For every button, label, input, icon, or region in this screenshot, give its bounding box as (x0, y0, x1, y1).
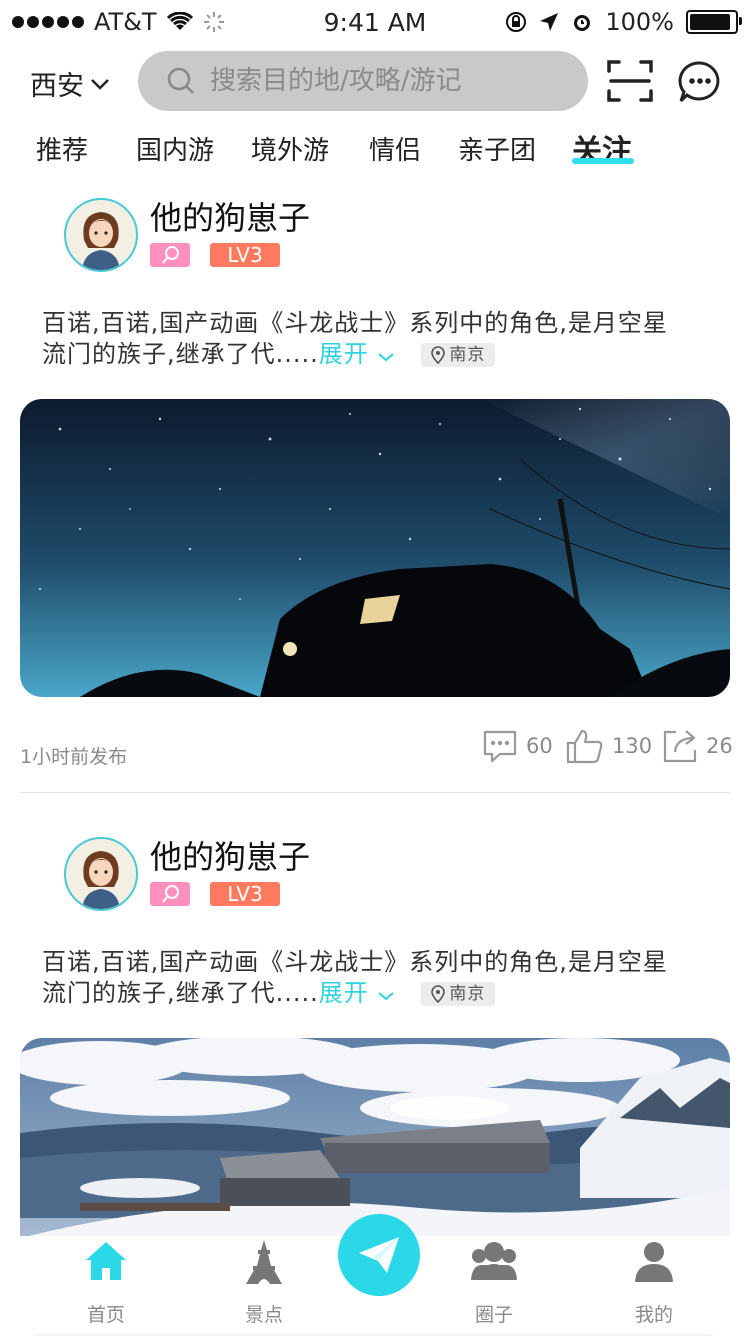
location-pin-icon (431, 346, 446, 364)
description-line-2: 流门的族子,继承了代.....展开 南京 (42, 339, 732, 370)
description-line-2: 流门的族子,继承了代.....展开 南京 (42, 978, 732, 1009)
chevron-down-icon (91, 78, 109, 90)
status-bar: AT&T 9:41 AM 100% (0, 0, 750, 44)
like-button[interactable]: 130 (566, 728, 652, 764)
female-badge-icon (150, 243, 190, 267)
paper-plane-icon (359, 1237, 399, 1273)
expand-link[interactable]: 展开 (319, 979, 396, 1007)
comment-icon (483, 730, 517, 763)
city-label: 西安 (30, 71, 84, 102)
group-icon (471, 1242, 517, 1280)
tab-overseas[interactable]: 境外游 (251, 130, 329, 167)
publish-button[interactable] (338, 1214, 420, 1296)
message-icon[interactable] (678, 60, 722, 104)
home-icon (86, 1242, 126, 1280)
search-icon (167, 67, 194, 94)
username[interactable]: 他的狗崽子 (150, 832, 310, 878)
share-icon (663, 730, 697, 763)
location-tag[interactable]: 南京 (421, 982, 496, 1006)
share-count: 26 (706, 734, 733, 758)
tab-couples[interactable]: 情侣 (369, 130, 421, 167)
chevron-down-icon (378, 992, 395, 1001)
alarm-icon (574, 15, 591, 31)
city-selector[interactable]: 西安 (30, 64, 110, 103)
description-text: 流门的族子,继承了代..... (42, 340, 319, 368)
level-badge: LV3 (210, 243, 280, 267)
share-button[interactable]: 26 (662, 728, 733, 764)
avatar[interactable] (64, 198, 138, 272)
post-time: 1小时前发布 (20, 746, 128, 768)
thumbs-up-icon (566, 729, 603, 764)
tab-family[interactable]: 亲子团 (458, 130, 536, 167)
post-photo[interactable] (20, 399, 730, 697)
description-text: 流门的族子,继承了代..... (42, 979, 319, 1007)
comment-count: 60 (526, 734, 553, 758)
search-bar[interactable] (138, 51, 588, 111)
tab-domestic[interactable]: 国内游 (136, 130, 214, 167)
location-pin-icon (431, 985, 446, 1003)
username[interactable]: 他的狗崽子 (150, 193, 310, 239)
like-count: 130 (612, 734, 653, 758)
tower-icon (246, 1240, 282, 1284)
nav-label: 我的 (634, 1304, 673, 1326)
chevron-down-icon (378, 353, 395, 362)
search-input[interactable] (208, 65, 572, 97)
divider (20, 792, 730, 793)
nav-label: 景点 (244, 1304, 283, 1326)
active-tab-indicator (572, 158, 634, 164)
battery-icon (686, 10, 742, 34)
description-line: 百诺,百诺,国产动画《斗龙战士》系列中的角色,是月空星 (42, 309, 668, 337)
user-icon (635, 1242, 673, 1282)
post-meta: 1小时前发布 60 130 26 (20, 728, 733, 768)
post-description: 百诺,百诺,国产动画《斗龙战士》系列中的角色,是月空星 流门的族子,继承了代..… (42, 308, 732, 370)
category-tabs: 推荐 国内游 境外游 情侣 亲子团 关注 (0, 122, 750, 172)
nav-label: 圈子 (474, 1304, 513, 1326)
comment-button[interactable]: 60 (482, 728, 553, 764)
expand-link[interactable]: 展开 (319, 340, 396, 368)
level-badge: LV3 (210, 882, 280, 906)
tab-recommend[interactable]: 推荐 (36, 130, 88, 167)
location-arrow-icon (540, 13, 559, 31)
avatar[interactable] (64, 837, 138, 911)
female-badge-icon (150, 882, 190, 906)
scan-icon[interactable] (607, 59, 653, 103)
description-line: 百诺,百诺,国产动画《斗龙战士》系列中的角色,是月空星 (42, 948, 668, 976)
location-tag[interactable]: 南京 (421, 343, 496, 367)
battery-percent: 100% (605, 8, 674, 36)
post-description: 百诺,百诺,国产动画《斗龙战士》系列中的角色,是月空星 流门的族子,继承了代..… (42, 947, 732, 1009)
rotation-lock-icon (506, 12, 527, 32)
nav-label: 首页 (86, 1304, 125, 1326)
